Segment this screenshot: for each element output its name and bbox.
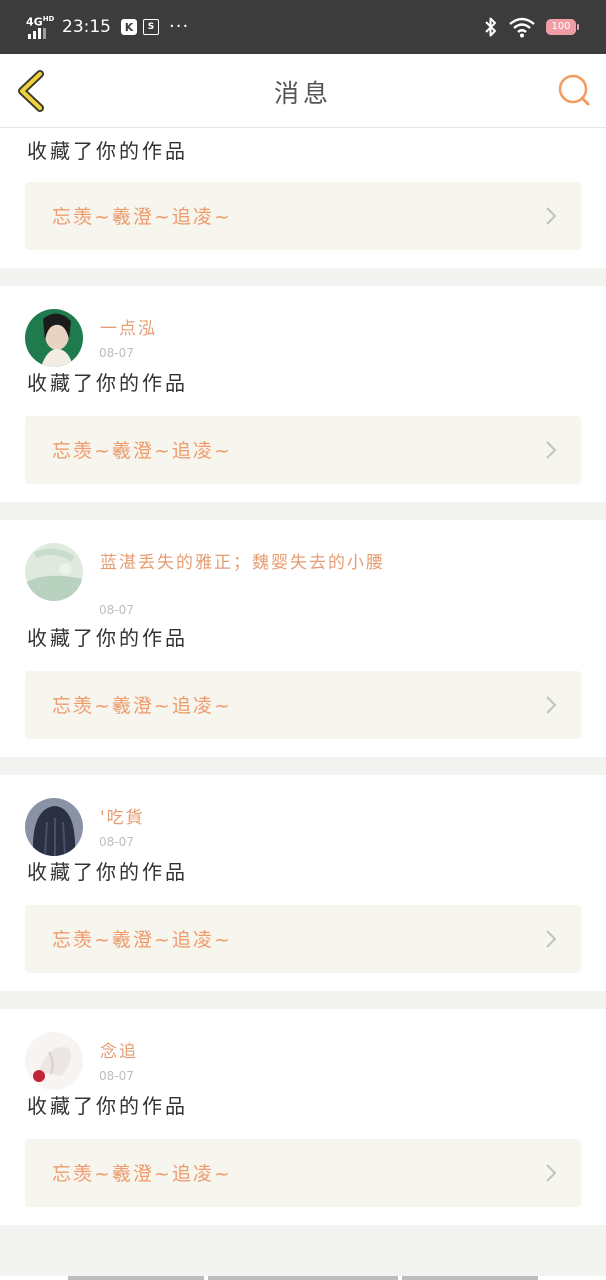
battery-icon: 100: [546, 19, 579, 35]
notification-card: 念追 08-07 收藏了你的作品 忘羡~羲澄~追凌~: [0, 1009, 606, 1225]
chevron-right-icon: [546, 1164, 557, 1182]
work-link[interactable]: 忘羡~羲澄~追凌~: [25, 416, 581, 484]
work-title: 忘羡~羲澄~追凌~: [52, 695, 232, 717]
work-title: 忘羡~羲澄~追凌~: [52, 440, 232, 462]
divider: [0, 1225, 606, 1243]
divider: [0, 991, 606, 1009]
work-link[interactable]: 忘羡~羲澄~追凌~: [25, 1139, 581, 1207]
work-title: 忘羡~羲澄~追凌~: [52, 206, 232, 228]
nav-bar: 消息: [0, 54, 606, 128]
notification-card: 一点泓 08-07 收藏了你的作品 忘羡~羲澄~追凌~: [0, 286, 606, 502]
notification-list: 收藏了你的作品 忘羡~羲澄~追凌~ 一点泓 08-07 收藏了你的作品 忘羡~羲…: [0, 128, 606, 1276]
user-name[interactable]: 蓝湛丢失的雅正；魏婴失去的小腰: [100, 550, 390, 576]
work-link[interactable]: 忘羡~羲澄~追凌~: [25, 182, 581, 250]
work-link[interactable]: 忘羡~羲澄~追凌~: [25, 671, 581, 739]
chevron-right-icon: [546, 930, 557, 948]
divider: [0, 268, 606, 286]
more-notifications-icon: ···: [169, 16, 190, 37]
work-link[interactable]: 忘羡~羲澄~追凌~: [25, 905, 581, 973]
chevron-right-icon: [546, 207, 557, 225]
notification-card: 收藏了你的作品 忘羡~羲澄~追凌~: [0, 128, 606, 268]
notification-card: 蓝湛丢失的雅正；魏婴失去的小腰 08-07 收藏了你的作品 忘羡~羲澄~追凌~: [0, 520, 606, 757]
work-title: 忘羡~羲澄~追凌~: [52, 1163, 232, 1185]
notification-date: 08-07: [99, 835, 134, 849]
search-icon[interactable]: [556, 72, 592, 108]
page-title: 消息: [273, 79, 332, 108]
chevron-right-icon: [546, 441, 557, 459]
user-name[interactable]: '吃貨: [100, 805, 400, 831]
s-app-icon: S: [143, 19, 159, 35]
divider: [0, 757, 606, 775]
notification-action: 收藏了你的作品: [27, 139, 188, 163]
avatar[interactable]: [25, 309, 83, 367]
notification-date: 08-07: [99, 603, 134, 617]
notification-action: 收藏了你的作品: [27, 371, 188, 395]
status-bar: 4GHD 23:15 K S ··· 100: [0, 0, 606, 54]
cellular-signal-icon: 4GHD: [26, 15, 54, 39]
chevron-right-icon: [546, 696, 557, 714]
notification-action: 收藏了你的作品: [27, 860, 188, 884]
notification-card: '吃貨 08-07 收藏了你的作品 忘羡~羲澄~追凌~: [0, 775, 606, 991]
wifi-icon: [509, 17, 535, 38]
user-name[interactable]: 一点泓: [100, 316, 400, 342]
k-app-icon: K: [121, 19, 137, 35]
divider: [0, 502, 606, 520]
notification-date: 08-07: [99, 346, 134, 360]
avatar[interactable]: [25, 798, 83, 856]
notification-action: 收藏了你的作品: [27, 1094, 188, 1118]
notification-action: 收藏了你的作品: [27, 626, 188, 650]
user-name[interactable]: 念追: [100, 1039, 400, 1065]
battery-level: 100: [551, 21, 571, 32]
notification-date: 08-07: [99, 1069, 134, 1083]
status-time: 23:15: [62, 17, 111, 37]
gesture-bar: [0, 1276, 606, 1280]
avatar[interactable]: [25, 543, 83, 601]
avatar[interactable]: [25, 1032, 83, 1090]
bluetooth-icon: [485, 17, 496, 37]
work-title: 忘羡~羲澄~追凌~: [52, 929, 232, 951]
